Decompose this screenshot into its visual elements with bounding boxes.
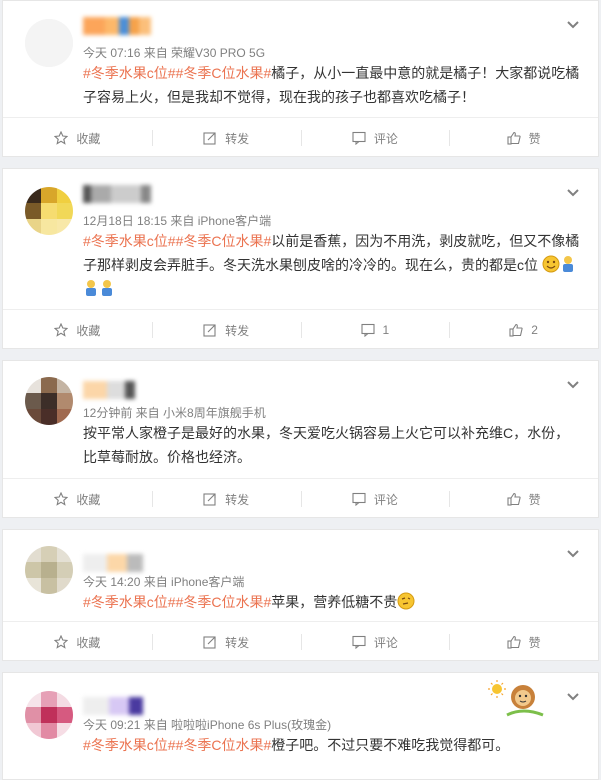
repost-icon [203, 132, 216, 145]
sun-lion-sticker-icon [488, 680, 544, 717]
repost-icon [203, 636, 216, 649]
post-text: #冬季水果c位##冬季C位水果#以前是香蕉，因为不用洗，剥皮就吃，但又不像橘 子… [83, 229, 588, 301]
avatar[interactable] [25, 187, 73, 235]
username-blurred[interactable] [83, 697, 143, 715]
avatar[interactable] [25, 19, 73, 67]
comment-button[interactable]: 1 [300, 310, 450, 350]
post-meta: 12月18日 18:15 来自 iPhone客户端 [83, 214, 272, 228]
favorite-button[interactable]: 收藏 [3, 310, 152, 350]
like-button[interactable]: 2 [449, 310, 598, 350]
avatar[interactable] [25, 546, 73, 594]
thumbs-up-icon [509, 323, 523, 337]
doge-emoji-icon [562, 256, 573, 272]
repost-button[interactable]: 转发 [151, 118, 301, 158]
comment-button[interactable]: 评论 [300, 479, 450, 519]
like-button[interactable]: 赞 [449, 622, 598, 662]
username-blurred[interactable] [83, 185, 151, 203]
star-icon [54, 492, 69, 506]
thumbs-up-icon [507, 492, 521, 506]
doge-emoji-icon [102, 280, 112, 296]
action-bar: 收藏 转发 1 2 [3, 309, 598, 350]
hashtag-link[interactable]: #冬季水果c位##冬季C位水果# [83, 65, 271, 81]
action-bar: 收藏 转发 评论 赞 [3, 478, 598, 519]
favorite-button[interactable]: 收藏 [3, 479, 152, 519]
feed-card: 今天 09:21 来自 啦啦啦iPhone 6s Plus(玫瑰金) #冬季水果… [2, 672, 599, 780]
feed-card: 今天 07:16 来自 荣耀V30 PRO 5G #冬季水果c位##冬季C位水果… [2, 0, 599, 157]
favorite-button[interactable]: 收藏 [3, 622, 152, 662]
feed-card: 12分钟前 来自 小米8周年旗舰手机 按平常人家橙子是最好的水果，冬天爱吃火锅容… [2, 360, 599, 518]
username-blurred[interactable] [83, 381, 135, 399]
post-meta: 今天 09:21 来自 啦啦啦iPhone 6s Plus(玫瑰金) [83, 718, 332, 732]
comment-icon [352, 131, 366, 145]
feed-card: 12月18日 18:15 来自 iPhone客户端 #冬季水果c位##冬季C位水… [2, 168, 599, 349]
username-blurred[interactable] [83, 17, 151, 35]
comment-icon [352, 492, 366, 506]
post-meta: 12分钟前 来自 小米8周年旗舰手机 [83, 406, 266, 420]
repost-button[interactable]: 转发 [151, 310, 301, 350]
doge-emoji-icon [86, 280, 96, 296]
chevron-down-icon[interactable] [566, 377, 580, 391]
post-text: #冬季水果c位##冬季C位水果#苹果，营养低糖不贵 [83, 590, 588, 614]
thumbs-up-icon [507, 635, 521, 649]
repost-button[interactable]: 转发 [151, 479, 301, 519]
comment-button[interactable]: 评论 [300, 118, 450, 158]
favorite-button[interactable]: 收藏 [3, 118, 152, 158]
like-button[interactable]: 赞 [449, 118, 598, 158]
feed-card: 今天 14:20 来自 iPhone客户端 #冬季水果c位##冬季C位水果#苹果… [2, 529, 599, 661]
avatar[interactable] [25, 377, 73, 425]
hashtag-link[interactable]: #冬季水果c位##冬季C位水果# [83, 737, 271, 753]
hashtag-link[interactable]: #冬季水果c位##冬季C位水果# [83, 594, 271, 610]
comment-icon [360, 323, 375, 337]
chevron-down-icon[interactable] [566, 185, 580, 199]
post-text: 按平常人家橙子是最好的水果，冬天爱吃火锅容易上火它可以补充维C，水份， 比草莓耐… [83, 425, 570, 465]
username-blurred[interactable] [83, 554, 143, 572]
repost-icon [203, 324, 216, 337]
comment-button[interactable]: 评论 [300, 622, 450, 662]
comment-icon [352, 635, 366, 649]
post-text: #冬季水果c位##冬季C位水果#橘子，从小一直最中意的就是橘子！大家都说吃橘 子… [83, 65, 580, 105]
action-bar: 收藏 转发 评论 赞 [3, 621, 598, 662]
post-meta: 今天 07:16 来自 荣耀V30 PRO 5G [83, 46, 266, 60]
like-button[interactable]: 赞 [449, 479, 598, 519]
post-text: #冬季水果c位##冬季C位水果#橙子吧。不过只要不难吃我觉得都可。 [83, 737, 510, 753]
star-icon [54, 323, 69, 337]
hashtag-link[interactable]: #冬季水果c位##冬季C位水果# [83, 233, 271, 249]
repost-button[interactable]: 转发 [151, 622, 301, 662]
chevron-down-icon[interactable] [566, 689, 580, 703]
avatar[interactable] [25, 691, 73, 739]
thumbs-up-icon [507, 131, 521, 145]
post-meta: 今天 14:20 来自 iPhone客户端 [83, 575, 245, 589]
star-icon [54, 131, 69, 145]
thinking-emoji-icon [397, 592, 415, 610]
chevron-down-icon[interactable] [566, 546, 580, 560]
star-icon [54, 635, 69, 649]
chevron-down-icon[interactable] [566, 17, 580, 31]
smile-emoji-icon [542, 255, 560, 273]
action-bar: 收藏 转发 评论 赞 [3, 117, 598, 158]
repost-icon [203, 493, 216, 506]
